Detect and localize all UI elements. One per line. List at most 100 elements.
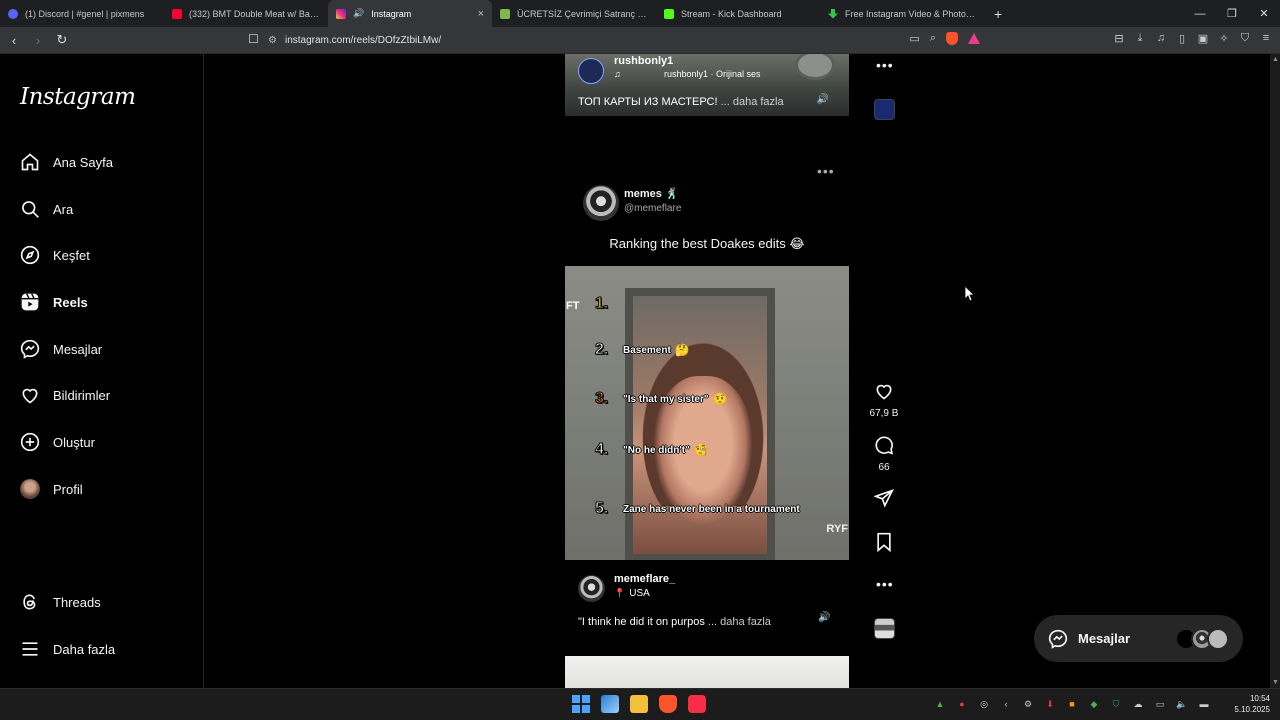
- restore-icon[interactable]: ❐: [1216, 0, 1248, 27]
- more-options-icon[interactable]: •••: [876, 57, 894, 73]
- site-info-icon[interactable]: ⚙: [268, 35, 277, 46]
- tray-app-icon[interactable]: ▲: [934, 698, 946, 710]
- next-reel-preview[interactable]: [565, 656, 849, 688]
- address-actions: ▭ ⌕: [909, 32, 980, 45]
- send-icon: [873, 489, 894, 508]
- sidebar-item-label: Mesajlar: [53, 341, 103, 357]
- avatar[interactable]: [583, 185, 619, 221]
- back-icon[interactable]: ‹: [4, 33, 24, 48]
- sidebar-item-home[interactable]: Ana Sayfa: [20, 150, 113, 174]
- tray-mic-icon[interactable]: ⬇: [1044, 698, 1056, 710]
- post-username[interactable]: memes 🕺: [624, 187, 679, 200]
- reload-icon[interactable]: ↻: [52, 32, 72, 48]
- tab-chess[interactable]: ÜCRETSİZ Çevrimiçi Satranç Oynayın: [492, 0, 656, 27]
- post-handle[interactable]: @memeflare: [624, 203, 681, 214]
- volume-icon[interactable]: 🔊: [818, 612, 830, 623]
- minimize-icon[interactable]: —: [1184, 0, 1216, 27]
- close-tab-icon[interactable]: ×: [478, 8, 484, 20]
- audio-thumbnail[interactable]: [874, 99, 895, 120]
- cast-icon[interactable]: ▭: [909, 32, 919, 45]
- tab-discord[interactable]: (1) Discord | #genel | pixmens: [0, 0, 164, 27]
- volume-icon[interactable]: 🔈: [1176, 698, 1188, 710]
- tray-steam-icon[interactable]: ◎: [978, 698, 990, 710]
- reel-caption[interactable]: "I think he did it on purpos ... daha fa…: [578, 616, 771, 628]
- windows-start-icon[interactable]: [572, 695, 590, 713]
- sidebar-item-threads[interactable]: Threads: [20, 590, 101, 614]
- tab-kick[interactable]: Stream - Kick Dashboard: [656, 0, 820, 27]
- tab-instagram[interactable]: 🔊 Instagram ×: [328, 0, 492, 27]
- file-explorer-icon[interactable]: [630, 695, 648, 713]
- forward-icon[interactable]: ›: [28, 33, 48, 48]
- volume-icon[interactable]: 🔊: [817, 94, 829, 105]
- instagram-logo[interactable]: Instagram: [20, 84, 136, 110]
- reel-audio[interactable]: rushbonly1 · Orijinal ses: [664, 69, 761, 79]
- share-button[interactable]: [869, 488, 899, 513]
- comment-button[interactable]: 66: [869, 435, 899, 473]
- downloads-icon[interactable]: ⤓: [1134, 32, 1146, 45]
- avatar[interactable]: [578, 58, 604, 84]
- previous-reel[interactable]: rushbonly1 ♫ rushbonly1 · Orijinal ses Т…: [565, 54, 849, 116]
- reel-username[interactable]: memeflare_: [614, 573, 675, 585]
- reel-video[interactable]: FT RYF 1. 2. Basement 🤔 3. "Is that my s…: [565, 266, 849, 560]
- sidebar-item-explore[interactable]: Keşfet: [20, 243, 90, 267]
- widgets-icon[interactable]: [601, 695, 619, 713]
- apple-music-icon[interactable]: [688, 695, 706, 713]
- brave-browser-icon[interactable]: [659, 695, 677, 713]
- youtube-icon: [172, 8, 182, 19]
- tab-title: Free Instagram Video & Photo Down: [845, 8, 976, 19]
- sidebar-item-notifications[interactable]: Bildirimler: [20, 383, 110, 407]
- sidebar-item-reels[interactable]: Reels: [20, 290, 88, 314]
- new-tab-button[interactable]: +: [984, 6, 1012, 22]
- rank-label: "Is that my sister": [623, 393, 709, 405]
- close-window-icon[interactable]: ✕: [1248, 0, 1280, 27]
- taskbar-clock[interactable]: 10:54 5.10.2025: [1234, 693, 1270, 715]
- audio-thumbnail[interactable]: [874, 618, 895, 639]
- tab-youtube[interactable]: (332) BMT Double Meat w/ Bacon - Y: [164, 0, 328, 27]
- brave-rewards-icon[interactable]: [968, 33, 980, 44]
- overlay-text-left: FT: [566, 300, 580, 312]
- audio-playing-icon[interactable]: 🔊: [353, 8, 364, 19]
- tray-cloud-icon[interactable]: ☁: [1132, 698, 1144, 710]
- tray-green-icon[interactable]: ◆: [1088, 698, 1100, 710]
- wallet-icon[interactable]: ▣: [1197, 32, 1209, 45]
- zoom-icon[interactable]: ⌕: [930, 32, 936, 45]
- scroll-down-icon[interactable]: ▼: [1272, 679, 1279, 686]
- sidebar-item-label: Reels: [53, 294, 88, 310]
- more-options-icon[interactable]: •••: [876, 576, 894, 592]
- network-icon[interactable]: ▭: [1154, 698, 1166, 710]
- tray-chevron-icon[interactable]: ‹: [1000, 698, 1012, 710]
- sidebar-item-profile[interactable]: Profil: [20, 477, 83, 501]
- sidebar-item-more[interactable]: Daha fazla: [20, 637, 115, 661]
- browser-menu-icon[interactable]: ≡: [1260, 32, 1272, 45]
- sidebar-toggle-icon[interactable]: ▯: [1176, 32, 1188, 45]
- reel-username[interactable]: rushbonly1: [614, 55, 673, 67]
- post-options-icon[interactable]: •••: [817, 163, 835, 179]
- scrollbar[interactable]: ▲ ▼: [1270, 54, 1280, 688]
- leo-ai-icon[interactable]: ✧: [1218, 32, 1230, 45]
- reel-caption[interactable]: ТОП КАРТЫ ИЗ МАСТЕРС! ... daha fazla: [578, 96, 784, 108]
- media-icon[interactable]: ♫: [1155, 32, 1167, 45]
- sidebar-item-messages[interactable]: Mesajlar: [20, 337, 102, 361]
- like-button[interactable]: 67,9 B: [869, 381, 899, 419]
- sidebar-item-search[interactable]: Ara: [20, 197, 73, 221]
- brave-shields-icon[interactable]: [946, 32, 958, 45]
- url-field[interactable]: ⚙ instagram.com/reels/DOfzZtbiLMw/: [268, 31, 988, 50]
- messages-pill[interactable]: Mesajlar: [1034, 615, 1243, 662]
- tray-gear-icon[interactable]: ⚙: [1022, 698, 1034, 710]
- vpn-icon[interactable]: ⛉: [1239, 32, 1251, 45]
- reel-location[interactable]: 📍 USA: [614, 588, 650, 599]
- tab-search-icon[interactable]: ⊟: [1113, 32, 1125, 45]
- tray-orange-icon[interactable]: ■: [1066, 698, 1078, 710]
- avatar[interactable]: [578, 575, 605, 602]
- more-link[interactable]: ... daha fazla: [721, 96, 784, 108]
- music-note-icon: ♫: [614, 69, 621, 79]
- sidebar-item-create[interactable]: Oluştur: [20, 430, 95, 454]
- bookmark-icon[interactable]: ☐: [248, 32, 259, 46]
- tray-shield-icon[interactable]: ⛉: [1110, 698, 1122, 710]
- save-button[interactable]: [869, 532, 899, 557]
- battery-icon[interactable]: ▬: [1198, 698, 1210, 710]
- tab-downloader[interactable]: Free Instagram Video & Photo Down: [820, 0, 984, 27]
- tray-record-icon[interactable]: ●: [956, 698, 968, 710]
- more-link[interactable]: ... daha fazla: [708, 616, 771, 628]
- scroll-up-icon[interactable]: ▲: [1272, 56, 1279, 63]
